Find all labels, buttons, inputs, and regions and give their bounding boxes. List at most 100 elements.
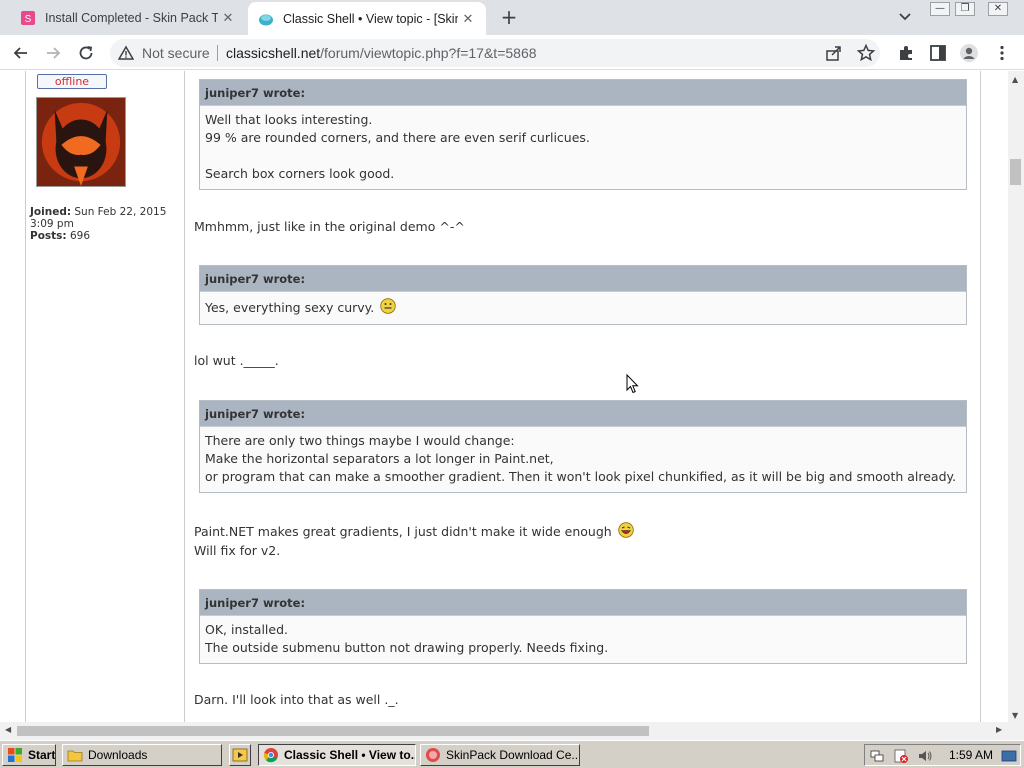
quote-line-blank bbox=[205, 147, 960, 165]
quote-line: or program that can make a smoother grad… bbox=[205, 469, 957, 484]
browser-globe-icon bbox=[426, 748, 440, 762]
taskbar-button-skinpack[interactable]: SkinPack Download Ce... bbox=[420, 744, 580, 766]
start-label: Start bbox=[28, 748, 56, 762]
quote-body: Well that looks interesting. 99 % are ro… bbox=[200, 106, 966, 189]
reply-text: lol wut ._____. bbox=[194, 353, 279, 368]
scroll-right-arrow-icon[interactable]: ▶ bbox=[996, 725, 1002, 734]
close-window-button[interactable]: ✕ bbox=[988, 2, 1008, 16]
laughing-smiley-icon bbox=[617, 522, 634, 538]
chevron-down-icon[interactable] bbox=[896, 8, 914, 26]
reply-line: Paint.NET makes great gradients, I just … bbox=[194, 524, 612, 539]
address-bar[interactable]: Not secure classicshell.net/forum/viewto… bbox=[110, 39, 880, 67]
scroll-left-arrow-icon[interactable]: ◀ bbox=[5, 725, 11, 734]
url-host: classicshell.net bbox=[226, 45, 321, 61]
tab-close-icon[interactable]: ✕ bbox=[458, 11, 478, 27]
chrome-icon bbox=[263, 748, 278, 763]
warning-triangle-icon[interactable] bbox=[118, 45, 134, 61]
browser-tab-strip: S Install Completed - Skin Pack Theme ✕ … bbox=[0, 0, 1024, 35]
quote-body: OK, installed. The outside submenu butto… bbox=[200, 616, 966, 663]
horizontal-scroll-thumb[interactable] bbox=[17, 726, 649, 736]
browser-toolbar: Not secure classicshell.net/forum/viewto… bbox=[0, 35, 1024, 70]
quote-author: juniper7 wrote: bbox=[200, 401, 966, 427]
quote-author: juniper7 wrote: bbox=[200, 590, 966, 616]
reply-text: Mmhmm, just like in the original demo ^-… bbox=[194, 219, 465, 234]
reload-icon[interactable] bbox=[76, 43, 96, 63]
quote-line: The outside submenu button not drawing p… bbox=[205, 640, 609, 655]
reply-text: Will fix for v2. bbox=[194, 543, 281, 558]
tab-close-icon[interactable]: ✕ bbox=[218, 10, 238, 26]
profile-avatar-icon[interactable] bbox=[959, 43, 979, 63]
mouse-cursor-icon bbox=[626, 374, 639, 394]
quote-block: juniper7 wrote: There are only two thing… bbox=[199, 400, 967, 493]
minimize-button[interactable]: — bbox=[930, 2, 950, 16]
volume-speaker-icon[interactable] bbox=[917, 748, 933, 764]
quote-line: 99 % are rounded corners, and there are … bbox=[205, 130, 590, 145]
url-text[interactable]: classicshell.net/forum/viewtopic.php?f=1… bbox=[226, 45, 537, 61]
taskbar-button-label: Classic Shell • View to... bbox=[284, 748, 416, 762]
kebab-menu-icon[interactable] bbox=[992, 43, 1012, 63]
taskbar-button-downloads[interactable]: Downloads bbox=[62, 744, 222, 766]
taskbar-button-label: SkinPack Download Ce... bbox=[446, 748, 580, 762]
quote-line: Make the horizontal separators a lot lon… bbox=[205, 451, 554, 466]
tab-install-completed[interactable]: S Install Completed - Skin Pack Theme ✕ bbox=[10, 0, 246, 35]
quick-launch-media-button[interactable] bbox=[229, 744, 251, 766]
skinpack-favicon-icon: S bbox=[21, 10, 35, 25]
tab-classic-shell[interactable]: Classic Shell • View topic - [Skin7] Win… bbox=[248, 2, 486, 35]
posts-value: 696 bbox=[69, 230, 91, 242]
reply-text: Darn. I'll look into that as well ._. bbox=[194, 692, 399, 707]
extensions-puzzle-icon[interactable] bbox=[896, 43, 916, 63]
quote-block: juniper7 wrote: Yes, everything sexy cur… bbox=[199, 265, 967, 325]
security-status-label[interactable]: Not secure bbox=[142, 45, 210, 61]
taskbar-clock[interactable]: 1:59 AM bbox=[949, 748, 993, 762]
quote-author: juniper7 wrote: bbox=[200, 80, 966, 106]
back-arrow-icon[interactable] bbox=[11, 43, 31, 63]
reply-text: Paint.NET makes great gradients, I just … bbox=[194, 522, 634, 541]
horizontal-scrollbar[interactable]: ◀ ▶ bbox=[0, 722, 1024, 740]
show-desktop-icon[interactable] bbox=[1001, 748, 1017, 764]
quote-block: juniper7 wrote: OK, installed. The outsi… bbox=[199, 589, 967, 664]
network-icon[interactable] bbox=[869, 748, 885, 764]
side-panel-icon[interactable] bbox=[928, 43, 948, 63]
joined-line: Joined: Sun Feb 22, 2015 3:09 pm bbox=[30, 206, 180, 230]
web-page-viewport: offline Joined: Sun Feb 22, 2015 3:09 pm… bbox=[0, 71, 1008, 722]
quote-line: There are only two things maybe I would … bbox=[205, 433, 515, 448]
restore-button[interactable]: ❐ bbox=[955, 2, 975, 16]
forward-arrow-icon[interactable] bbox=[43, 43, 63, 63]
vertical-scroll-thumb[interactable] bbox=[1010, 159, 1021, 185]
posts-line: Posts: 696 bbox=[30, 230, 180, 242]
tab-title: Install Completed - Skin Pack Theme bbox=[45, 10, 218, 25]
media-player-icon bbox=[232, 748, 248, 762]
svg-text:S: S bbox=[25, 14, 32, 25]
grin-smiley-icon bbox=[380, 298, 396, 314]
quote-block: juniper7 wrote: Well that looks interest… bbox=[199, 79, 967, 190]
joined-label: Joined: bbox=[30, 206, 72, 218]
windows-taskbar: Start Downloads Classic Shell • View to.… bbox=[0, 740, 1024, 768]
omnibox-divider bbox=[217, 45, 218, 61]
quote-line: Search box corners look good. bbox=[205, 166, 395, 181]
profile-info: Joined: Sun Feb 22, 2015 3:09 pm Posts: … bbox=[30, 206, 180, 242]
quote-line: Well that looks interesting. bbox=[205, 112, 373, 127]
scroll-up-arrow-icon[interactable]: ▲ bbox=[1012, 75, 1018, 84]
classic-shell-favicon-icon bbox=[259, 14, 273, 25]
online-status-badge: offline bbox=[37, 74, 107, 89]
security-alert-icon[interactable] bbox=[893, 748, 909, 764]
taskbar-button-label: Downloads bbox=[88, 748, 148, 762]
quote-body: Yes, everything sexy curvy. bbox=[200, 292, 966, 324]
poster-profile: offline Joined: Sun Feb 22, 2015 3:09 pm… bbox=[26, 71, 185, 722]
start-button[interactable]: Start bbox=[2, 744, 56, 766]
folder-icon bbox=[67, 750, 83, 762]
user-avatar[interactable] bbox=[36, 97, 126, 187]
vertical-scrollbar[interactable]: ▲ ▼ bbox=[1008, 71, 1024, 722]
share-icon[interactable] bbox=[824, 43, 844, 63]
tab-title: Classic Shell • View topic - [Skin7] Win… bbox=[283, 11, 458, 26]
new-tab-button[interactable]: + bbox=[497, 5, 521, 29]
quote-author: juniper7 wrote: bbox=[200, 266, 966, 292]
taskbar-button-classic-shell[interactable]: Classic Shell • View to... bbox=[258, 744, 416, 766]
url-path: /forum/viewtopic.php?f=17&t=5868 bbox=[320, 45, 537, 61]
system-tray: 1:59 AM bbox=[864, 744, 1021, 766]
quote-body: There are only two things maybe I would … bbox=[200, 427, 966, 492]
quote-line: OK, installed. bbox=[205, 622, 288, 637]
quote-line: Yes, everything sexy curvy. bbox=[205, 300, 375, 315]
scroll-down-arrow-icon[interactable]: ▼ bbox=[1012, 711, 1018, 720]
bookmark-star-icon[interactable] bbox=[856, 43, 876, 63]
